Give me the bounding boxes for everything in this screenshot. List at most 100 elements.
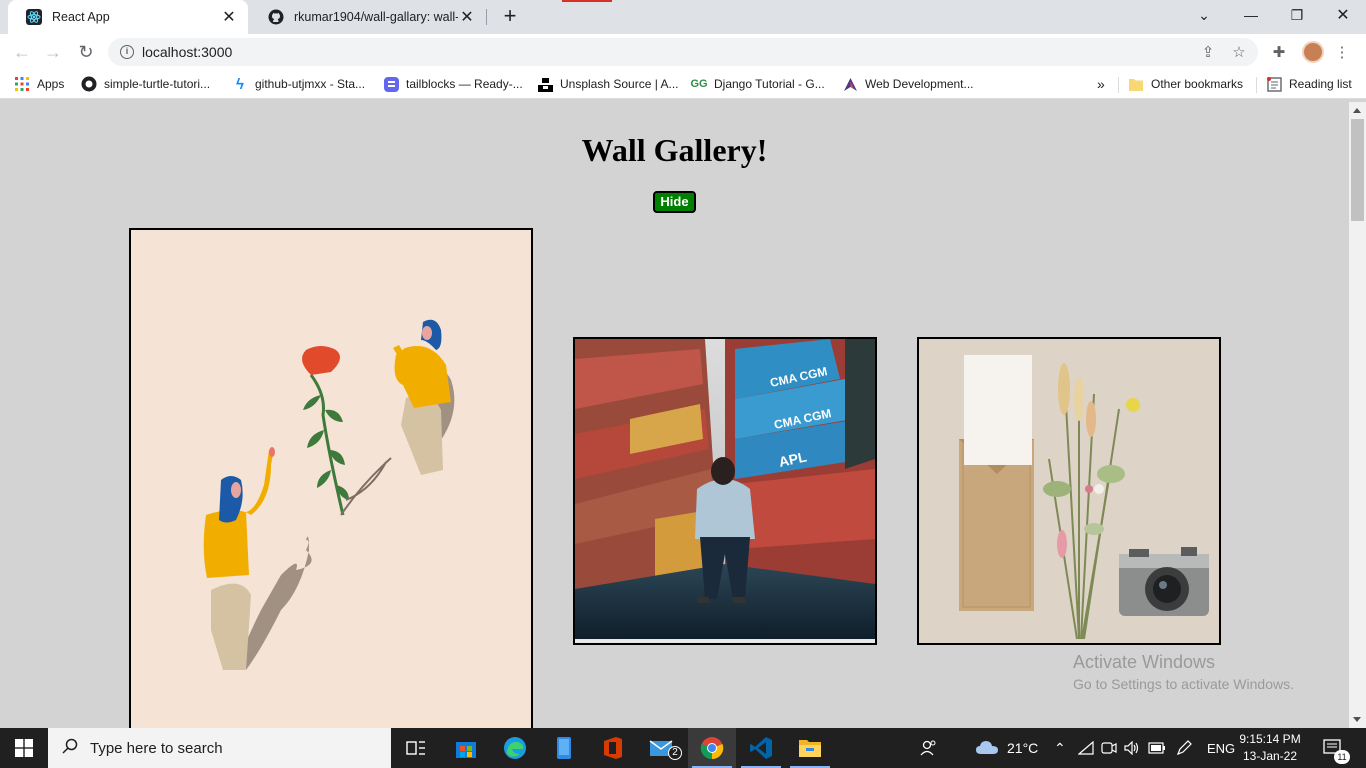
bookmark-label: Other bookmarks bbox=[1151, 77, 1244, 91]
restore-icon[interactable]: ❐ bbox=[1274, 0, 1320, 30]
bookmark-label: Reading list bbox=[1289, 77, 1352, 91]
back-arrow-icon[interactable]: ← bbox=[9, 39, 35, 65]
apps-grid-icon bbox=[14, 76, 30, 92]
address-text: localhost:3000 bbox=[142, 44, 233, 60]
bookmark-label: Django Tutorial - G... bbox=[714, 77, 825, 91]
forward-arrow-icon[interactable]: → bbox=[40, 39, 66, 65]
hide-button[interactable]: Hide bbox=[653, 191, 696, 213]
mail-icon[interactable]: 2 bbox=[638, 728, 686, 768]
close-tab-icon[interactable]: ✕ bbox=[220, 8, 238, 26]
cloud-icon bbox=[975, 739, 999, 758]
search-placeholder: Type here to search bbox=[90, 739, 223, 757]
bookmark-divider bbox=[1118, 77, 1119, 93]
tab-react-app[interactable]: React App ✕ bbox=[8, 0, 248, 34]
address-bar[interactable]: i localhost:3000 bbox=[108, 38, 1258, 66]
bookmark-divider bbox=[1256, 77, 1257, 93]
bookmarks-overflow-icon[interactable]: » bbox=[1097, 76, 1105, 92]
bookmark-apps[interactable]: Apps bbox=[14, 76, 64, 92]
bookmark-label: simple-turtle-tutori... bbox=[104, 77, 211, 91]
github-icon bbox=[268, 9, 284, 25]
minimize-icon[interactable]: — bbox=[1228, 0, 1274, 30]
tab-search-chevron-icon[interactable]: ⌄ bbox=[1181, 0, 1227, 30]
extensions-puzzle-icon[interactable]: ✚ bbox=[1269, 42, 1289, 62]
share-icon[interactable]: ⇪ bbox=[1198, 42, 1218, 62]
tab-github-repo[interactable]: rkumar1904/wall-gallary: wall-ga ✕ bbox=[250, 0, 486, 34]
tray-chevron-up-icon[interactable]: ⌃ bbox=[1054, 728, 1066, 768]
window-close-icon[interactable]: ✕ bbox=[1320, 0, 1366, 30]
search-icon bbox=[62, 738, 78, 758]
watermark-title: Activate Windows bbox=[1073, 652, 1216, 672]
system-clock[interactable]: 9:15:14 PM 13-Jan-22 bbox=[1235, 731, 1305, 765]
tab-title: rkumar1904/wall-gallary: wall-ga bbox=[294, 10, 458, 24]
bookmark-label: Web Development... bbox=[865, 77, 974, 91]
clock-date: 13-Jan-22 bbox=[1242, 749, 1298, 763]
meet-now-icon[interactable] bbox=[1101, 728, 1117, 768]
page-viewport: Wall Gallery! Hide CMA CGM CMA CGM APL A… bbox=[0, 102, 1349, 728]
pen-icon[interactable] bbox=[1176, 728, 1192, 768]
office-icon[interactable] bbox=[589, 728, 637, 768]
notifications-icon[interactable]: 11 bbox=[1322, 728, 1350, 768]
volume-icon[interactable] bbox=[1124, 728, 1140, 768]
tab-divider bbox=[486, 9, 487, 25]
battery-icon[interactable] bbox=[1148, 728, 1166, 768]
page-title: Wall Gallery! bbox=[581, 132, 768, 168]
github-icon bbox=[81, 76, 97, 92]
phone-app-icon[interactable] bbox=[540, 728, 588, 768]
bookmark-star-icon[interactable]: ☆ bbox=[1229, 42, 1249, 62]
bookmark-label: Unsplash Source | A... bbox=[560, 77, 679, 91]
windows-taskbar: Type here to search 2 21°C ⌃ ENG 9:15:14… bbox=[0, 728, 1366, 768]
mail-badge: 2 bbox=[668, 746, 682, 760]
bookmark-simple-turtle[interactable]: simple-turtle-tutori... bbox=[81, 76, 210, 92]
bookmark-tailblocks[interactable]: tailblocks — Ready-... bbox=[383, 76, 523, 92]
windows-start-icon[interactable] bbox=[0, 728, 48, 768]
task-view-icon[interactable] bbox=[392, 728, 440, 768]
scroll-up-arrow-icon[interactable] bbox=[1353, 108, 1361, 113]
edge-browser-icon[interactable] bbox=[491, 728, 539, 768]
reload-icon[interactable]: ↻ bbox=[73, 39, 99, 65]
profile-avatar[interactable] bbox=[1302, 41, 1324, 63]
scroll-thumb[interactable] bbox=[1351, 119, 1364, 221]
bookmark-unsplash[interactable]: Unsplash Source | A... bbox=[537, 76, 679, 92]
scroll-down-arrow-icon[interactable] bbox=[1353, 717, 1361, 722]
bookmarks-bar: Apps simple-turtle-tutori... ϟ github-ut… bbox=[0, 70, 1366, 99]
clock-time: 9:15:14 PM bbox=[1239, 732, 1301, 746]
site-info-icon[interactable]: i bbox=[120, 45, 134, 59]
browser-toolbar: ← → ↻ i localhost:3000 ⇪ ☆ ✚ ⋮ bbox=[0, 34, 1366, 70]
taskbar-search-box[interactable]: Type here to search bbox=[48, 728, 391, 768]
file-explorer-icon[interactable] bbox=[786, 728, 834, 768]
menu-kebab-icon[interactable]: ⋮ bbox=[1332, 42, 1352, 62]
bookmark-web-development[interactable]: Web Development... bbox=[842, 76, 974, 92]
watermark-subtitle: Go to Settings to activate Windows. bbox=[1073, 676, 1294, 692]
tab-strip: React App ✕ rkumar1904/wall-gallary: wal… bbox=[0, 0, 1366, 34]
gallery-image-containers[interactable]: CMA CGM CMA CGM APL bbox=[573, 337, 877, 645]
notification-count: 11 bbox=[1334, 750, 1350, 764]
people-icon[interactable] bbox=[920, 728, 938, 768]
weather-widget[interactable]: 21°C bbox=[975, 728, 1038, 768]
gfg-icon: GG bbox=[690, 78, 708, 90]
reading-list-icon bbox=[1266, 76, 1282, 92]
bookmark-label: github-utjmxx - Sta... bbox=[255, 77, 366, 91]
reading-list-button[interactable]: Reading list bbox=[1266, 76, 1352, 92]
activate-windows-watermark: Activate Windows Go to Settings to activ… bbox=[1073, 652, 1294, 692]
language-indicator[interactable]: ENG bbox=[1207, 728, 1235, 768]
unsplash-icon bbox=[537, 76, 553, 92]
tailblocks-icon bbox=[383, 76, 399, 92]
bookmark-label: Apps bbox=[37, 77, 65, 91]
bookmark-django-tutorial[interactable]: GG Django Tutorial - G... bbox=[690, 76, 825, 92]
stackblitz-icon: ϟ bbox=[236, 75, 244, 93]
gallery-image-flatlay[interactable] bbox=[917, 337, 1221, 645]
new-tab-plus-icon[interactable]: + bbox=[498, 5, 522, 29]
temperature-text: 21°C bbox=[1007, 740, 1039, 756]
bookmark-other[interactable]: Other bookmarks bbox=[1128, 76, 1243, 92]
bookmark-stackblitz[interactable]: ϟ github-utjmxx - Sta... bbox=[232, 75, 366, 93]
microsoft-store-icon[interactable] bbox=[442, 728, 490, 768]
gallery-image-illustration[interactable] bbox=[129, 228, 533, 728]
vscode-icon[interactable] bbox=[737, 728, 785, 768]
chrome-icon[interactable] bbox=[688, 728, 736, 768]
network-icon[interactable] bbox=[1078, 728, 1094, 768]
close-tab-icon[interactable]: ✕ bbox=[458, 8, 476, 26]
web-dev-icon bbox=[842, 76, 858, 92]
folder-icon bbox=[1128, 76, 1144, 92]
react-icon bbox=[26, 9, 42, 25]
page-scrollbar[interactable] bbox=[1349, 102, 1366, 728]
